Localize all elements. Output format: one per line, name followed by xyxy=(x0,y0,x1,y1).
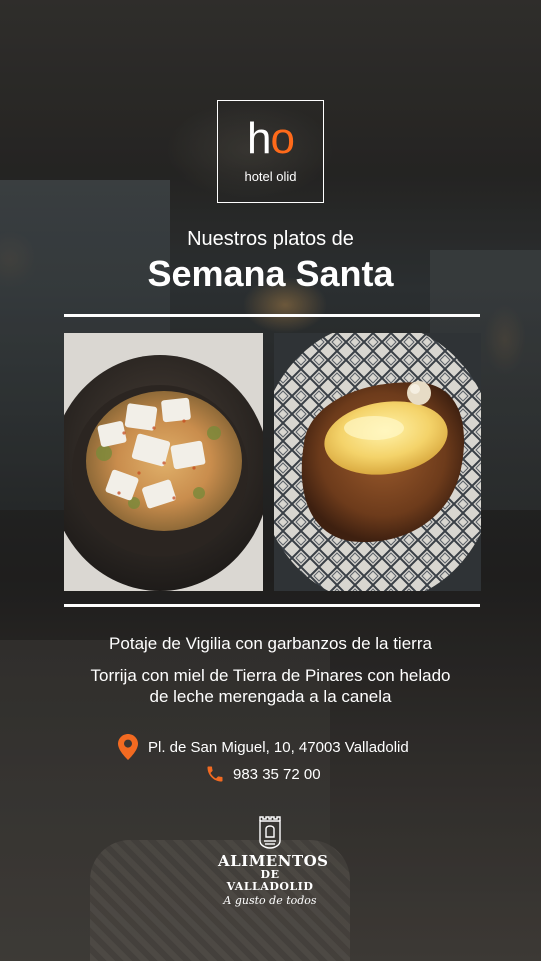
address-text: Pl. de San Miguel, 10, 47003 Valladolid xyxy=(148,738,409,756)
brand-tagline: A gusto de todos xyxy=(223,894,317,907)
dish-caption-torrija: Torrija con miel de Tierra de Pinares co… xyxy=(0,665,541,707)
phone-text: 983 35 72 00 xyxy=(233,765,321,783)
brand-name-line2: DE VALLADOLID xyxy=(226,868,314,893)
dish-caption-potaje: Potaje de Vigilia con garbanzos de la ti… xyxy=(109,634,432,653)
logo-letter-o: o xyxy=(270,114,296,163)
phone-row: 983 35 72 00 xyxy=(205,763,321,785)
dish-caption-torrija-text: Torrija con miel de Tierra de Pinares co… xyxy=(90,666,451,706)
hotel-logo: ho hotel olid xyxy=(217,100,324,203)
alimentos-de-valladolid-logo: ALIMENTOS DE VALLADOLID A gusto de todos xyxy=(218,815,329,907)
location-pin-icon xyxy=(117,734,139,760)
phone-icon xyxy=(205,763,225,785)
brand-name-line1: ALIMENTOS xyxy=(218,852,329,870)
page-title: Semana Santa xyxy=(147,253,394,294)
poster: ho hotel olid Nuestros platos de Semana … xyxy=(0,0,541,961)
address-row: Pl. de San Miguel, 10, 47003 Valladolid xyxy=(117,734,409,760)
divider-bottom xyxy=(64,604,480,607)
logo-hotel-name: hotel olid xyxy=(244,169,297,184)
logo-monogram: ho xyxy=(218,117,323,161)
divider-top xyxy=(64,314,480,317)
torrija-dish-photo xyxy=(274,333,481,591)
potaje-dish-photo xyxy=(64,333,263,591)
castle-emblem-icon xyxy=(259,816,281,849)
logo-letter-h: h xyxy=(247,114,272,163)
page-subtitle: Nuestros platos de xyxy=(187,228,354,250)
